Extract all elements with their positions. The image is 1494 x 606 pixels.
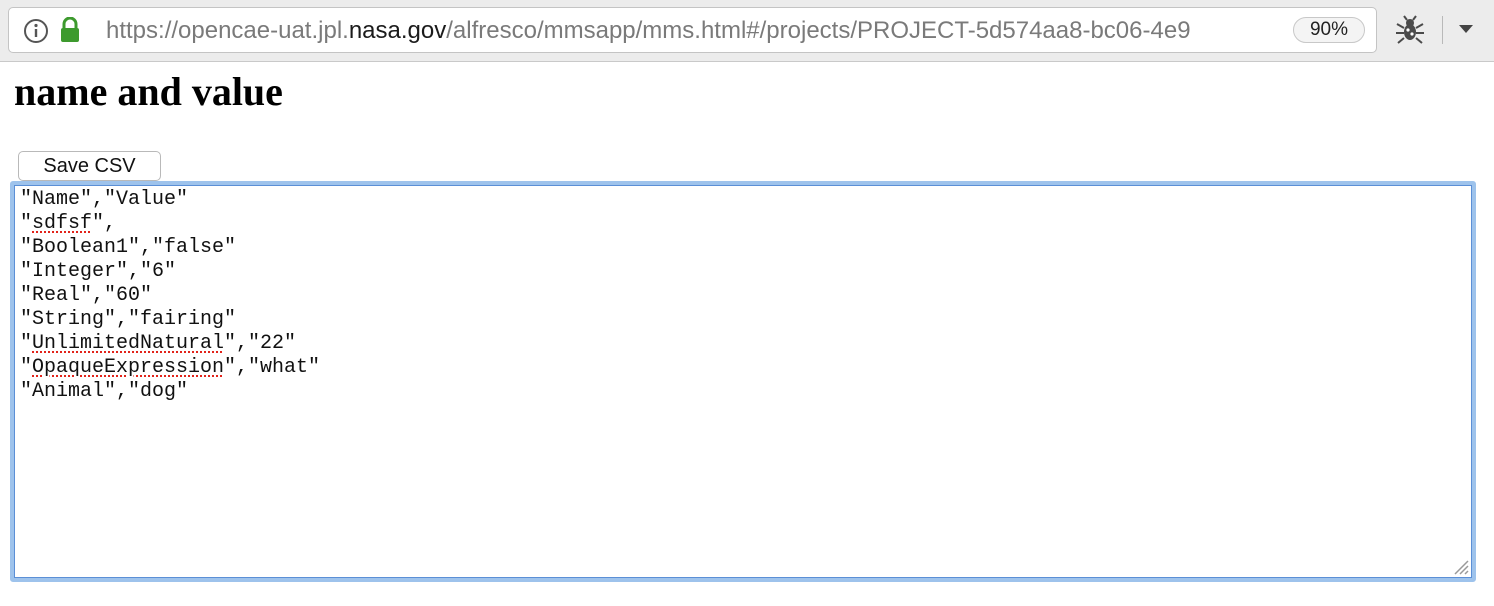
csv-text-segment: "Boolean1","false" xyxy=(20,236,237,259)
csv-text-segment: "String","fairing" xyxy=(20,308,237,331)
csv-line: "sdfsf", xyxy=(20,212,320,236)
url-fade xyxy=(1239,8,1289,52)
csv-text-segment: "Integer","6" xyxy=(20,260,177,283)
csv-text-segment: "Name","Value" xyxy=(20,188,189,211)
save-csv-button[interactable]: Save CSV xyxy=(18,151,161,181)
csv-line: "Integer","6" xyxy=(20,260,320,284)
url-text[interactable]: https://opencae-uat.jpl.nasa.gov/alfresc… xyxy=(106,18,1286,44)
address-bar[interactable]: https://opencae-uat.jpl.nasa.gov/alfresc… xyxy=(8,7,1377,53)
resize-handle-icon[interactable] xyxy=(1451,557,1469,575)
clipped-content-below xyxy=(18,600,438,606)
csv-line: "Animal","dog" xyxy=(20,380,320,404)
csv-text-segment: "Real","60" xyxy=(20,284,153,307)
csv-text-segment: " xyxy=(20,332,33,355)
page-content: name and value Save CSV "Name","Value" "s… xyxy=(0,62,1494,606)
zoom-level-badge[interactable]: 90% xyxy=(1293,17,1365,43)
misspelled-word: OpaqueExpression xyxy=(32,356,225,379)
csv-text-segment: ", xyxy=(92,212,117,235)
chevron-down-icon[interactable] xyxy=(1456,22,1476,36)
csv-text: "Name","Value" "sdfsf", "Boolean1","false"… xyxy=(20,188,320,404)
csv-line: "UnlimitedNatural","22" xyxy=(20,332,320,356)
csv-line: "Real","60" xyxy=(20,284,320,308)
csv-text-segment: "Animal","dog" xyxy=(20,380,189,403)
csv-text-segment: ","22" xyxy=(224,332,297,355)
csv-line: "String","fairing" xyxy=(20,308,320,332)
misspelled-word: sdfsf xyxy=(32,212,93,235)
csv-text-segment: " xyxy=(20,212,33,235)
lock-icon[interactable] xyxy=(59,17,81,43)
url-host: nasa.gov xyxy=(348,18,447,44)
csv-text-segment: ","what" xyxy=(224,356,321,379)
browser-toolbar: https://opencae-uat.jpl.nasa.gov/alfresc… xyxy=(0,0,1494,62)
csv-textarea-inner: "Name","Value" "sdfsf", "Boolean1","false"… xyxy=(14,185,1472,578)
csv-text-segment: " xyxy=(20,356,33,379)
info-icon[interactable] xyxy=(23,18,49,44)
csv-line: "Name","Value" xyxy=(20,188,320,212)
toolbar-separator xyxy=(1442,16,1443,44)
misspelled-word: UnlimitedNatural xyxy=(32,332,225,355)
bug-extension-icon[interactable] xyxy=(1394,14,1426,46)
url-path: /alfresco/mmsapp/mms.html#/projects/PROJ… xyxy=(446,18,1191,44)
url-prefix: https://opencae-uat.jpl. xyxy=(106,18,349,44)
csv-line: "Boolean1","false" xyxy=(20,236,320,260)
page-title: name and value xyxy=(14,69,283,114)
csv-textarea[interactable]: "Name","Value" "sdfsf", "Boolean1","false"… xyxy=(10,181,1476,582)
csv-line: "OpaqueExpression","what" xyxy=(20,356,320,380)
